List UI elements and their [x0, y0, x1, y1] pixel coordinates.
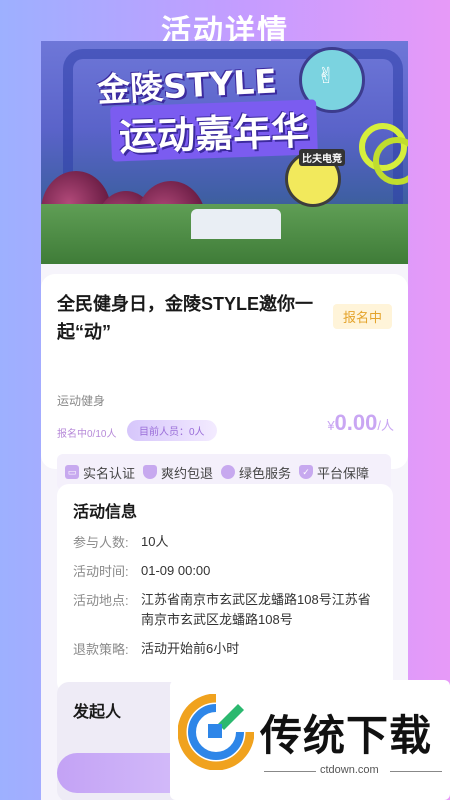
event-banner-image: ✌ 金陵STYLE 运动嘉年华 比夫电竞 — [41, 41, 408, 264]
info-row-refund-policy: 退款策略: 活动开始前6小时 — [73, 641, 240, 657]
guarantee-no-show-refund: 爽约包退 — [143, 463, 213, 482]
signup-count: 报名中0/10人 — [57, 429, 117, 440]
status-badge: 报名中 — [332, 304, 392, 329]
price-value: 0.00 — [334, 410, 378, 435]
watermark: 传统下载 ctdown.com — [170, 680, 450, 800]
event-title: 全民健身日，金陵STYLE邀你一起“动” — [57, 294, 314, 342]
event-category: 运动健身 — [57, 394, 106, 408]
watermark-url: ctdown.com — [320, 764, 379, 776]
info-heading: 活动信息 — [73, 504, 138, 521]
info-row-location: 活动地点: 江苏省南京市玄武区龙蟠路108号江苏省南京市玄武区龙蟠路108号 — [73, 592, 371, 627]
price: ¥0.00/人 — [327, 410, 394, 436]
currency-symbol: ¥ — [327, 418, 335, 433]
guarantee-real-name: ▭ 实名认证 — [65, 463, 135, 482]
banner-subheadline: 运动嘉年华 — [110, 99, 318, 162]
leaf-icon — [221, 465, 236, 479]
guarantee-green-service: 绿色服务 — [221, 463, 291, 482]
info-row-time: 活动时间: 01-09 00:00 — [73, 563, 211, 579]
shield-check-icon: ✓ — [299, 465, 314, 479]
guarantee-platform: ✓ 平台保障 — [299, 463, 369, 482]
price-unit: /人 — [377, 418, 394, 433]
shield-icon — [143, 465, 158, 479]
info-row-participants: 参与人数: 10人 — [73, 534, 169, 550]
current-people-pill: 目前人员：0人 — [127, 420, 217, 441]
event-summary-card: 全民健身日，金陵STYLE邀你一起“动” 报名中 运动健身 报名中0/10人 目… — [41, 274, 408, 490]
id-card-icon: ▭ — [65, 465, 79, 479]
event-info-card: 活动信息 参与人数: 10人 活动时间: 01-09 00:00 活动地点: 江… — [57, 484, 393, 694]
rock-hand-icon: ✌ — [317, 63, 336, 88]
sticker-label: 比夫电竞 — [299, 149, 345, 166]
ctdown-logo-icon — [178, 694, 254, 770]
organizer-heading: 发起人 — [73, 704, 122, 721]
watermark-text: 传统下载 — [260, 711, 433, 760]
